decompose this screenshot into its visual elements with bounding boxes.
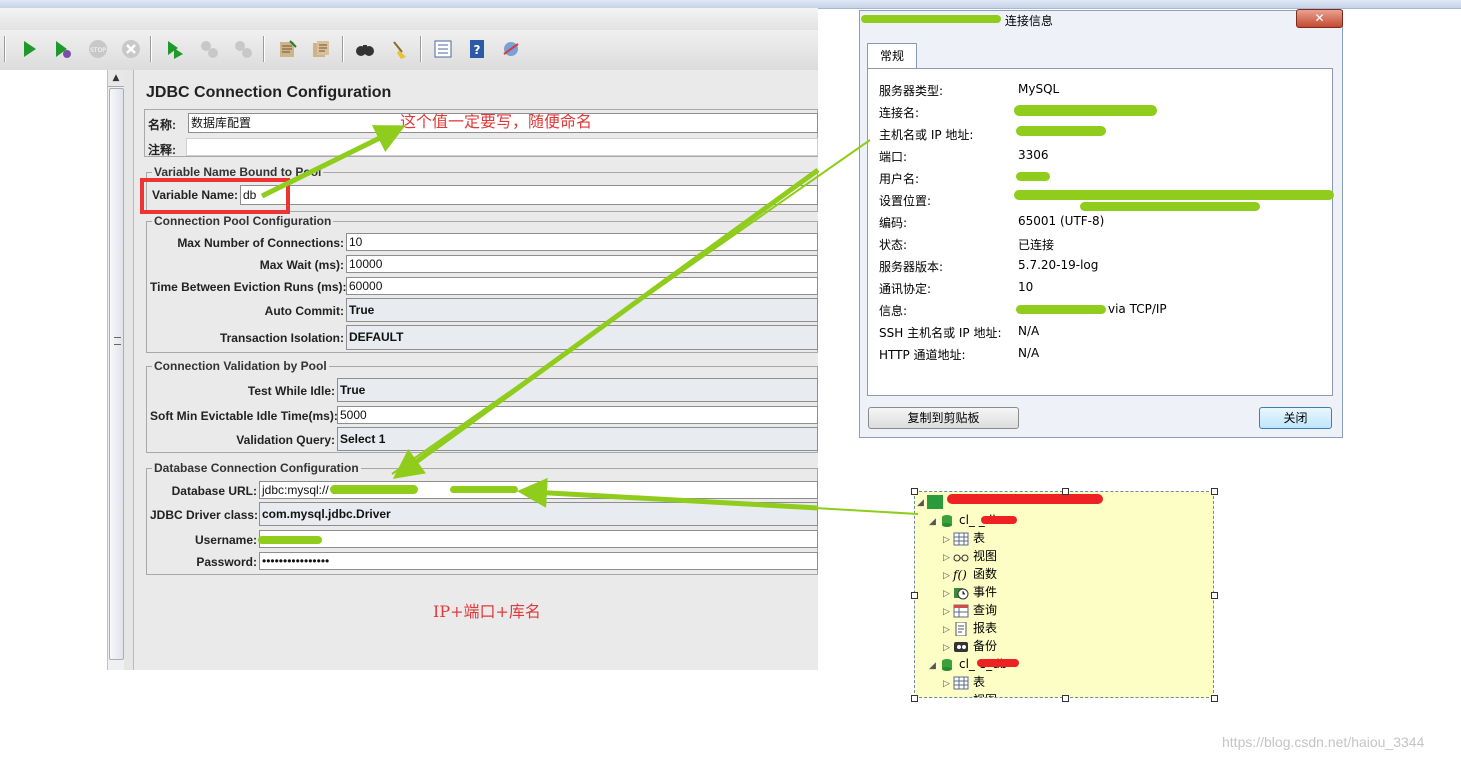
arrow-to-name-note	[260, 125, 406, 199]
annotation-arrows	[260, 125, 919, 515]
arrow-host-to-url-head	[392, 167, 820, 479]
watermark: https://blog.csdn.net/haiou_3344	[1222, 734, 1425, 750]
arrow-db-to-url-head	[517, 477, 819, 511]
